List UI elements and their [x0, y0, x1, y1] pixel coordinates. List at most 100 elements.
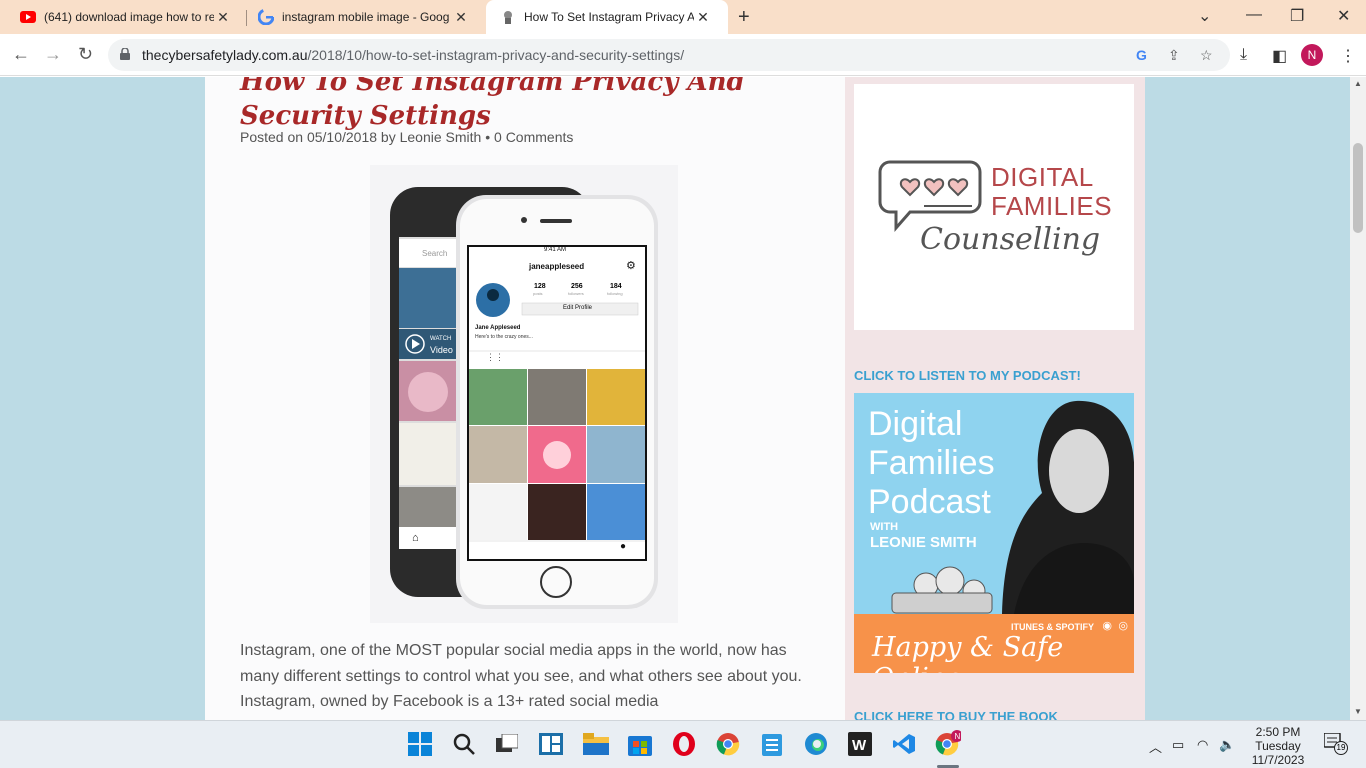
podcast-host: LEONIE SMITH: [870, 534, 977, 551]
windows-taskbar: W N ︿ ▭ ◠ 🔈 2:50 PM Tuesday 11/7/2023 19: [0, 720, 1366, 768]
wifi-icon[interactable]: ◠: [1197, 737, 1208, 753]
chrome-icon[interactable]: [715, 731, 741, 757]
post-title: How To Set Instagram Privacy And Securit…: [240, 77, 745, 131]
url-text: thecybersafetylady.com.au/2018/10/how-to…: [142, 47, 684, 63]
comments-link[interactable]: 0 Comments: [494, 129, 573, 145]
tab-search-chevron-icon[interactable]: ⌄: [1198, 6, 1211, 26]
phone-grid-view-icon: ⋮⋮: [486, 352, 504, 362]
page-scrollbar[interactable]: ▲ ▼: [1350, 77, 1366, 720]
google-lens-icon[interactable]: G: [1136, 47, 1147, 63]
reload-icon[interactable]: ↻: [78, 44, 93, 65]
restore-icon[interactable]: ❐: [1290, 6, 1304, 26]
search-icon[interactable]: [451, 731, 477, 757]
lock-icon: [120, 47, 130, 60]
phone-profile-bio: Here's to the crazy ones...: [475, 334, 533, 340]
site-icon: [500, 9, 516, 25]
phone-followers-count: 256: [571, 283, 583, 290]
phone-time: 9:41 AM: [544, 247, 567, 253]
phone-posts-label: posts: [533, 291, 543, 296]
digital-families-counselling-logo[interactable]: DIGITAL FAMILIES Counselling: [854, 84, 1134, 330]
share-icon[interactable]: ⇪: [1168, 47, 1180, 64]
microsoft-store-icon[interactable]: [627, 731, 653, 757]
podcast-banner[interactable]: Digital Families Podcast WITH LEONIE SMI…: [854, 393, 1134, 673]
back-phone-video-label: Video: [430, 345, 453, 355]
battery-icon[interactable]: ▭: [1172, 737, 1184, 753]
volume-icon[interactable]: 🔈: [1219, 737, 1235, 753]
close-icon[interactable]: ✕: [214, 9, 232, 26]
close-icon[interactable]: ✕: [694, 9, 712, 26]
phone-posts-count: 128: [534, 283, 546, 290]
phone-home-icon: ⌂: [412, 532, 419, 544]
wps-writer-icon[interactable]: W: [847, 731, 873, 757]
podcast-title: Digital Families Podcast: [868, 405, 995, 522]
phone-profile-name: Jane Appleseed: [475, 325, 521, 331]
tab-title: instagram mobile image - Goog: [282, 10, 450, 24]
forward-arrow-icon[interactable]: →: [44, 44, 62, 65]
edge-icon[interactable]: [803, 731, 829, 757]
new-tab-button[interactable]: +: [738, 6, 750, 29]
close-window-icon[interactable]: ✕: [1337, 6, 1350, 26]
minimize-icon[interactable]: —: [1246, 6, 1262, 24]
phone-followers-label: followers: [568, 291, 584, 296]
scroll-up-icon[interactable]: ▲: [1354, 79, 1362, 88]
scrollbar-thumb[interactable]: [1353, 143, 1363, 233]
podcast-title-line: Families: [868, 444, 995, 482]
podcast-footer: ITUNES & SPOTIFY ◉ ◎ Happy & Safe Online: [854, 614, 1134, 673]
svg-text:W: W: [852, 737, 867, 754]
tab-google[interactable]: instagram mobile image - Goog ✕: [238, 0, 484, 34]
task-view-icon[interactable]: [494, 731, 520, 757]
phone-settings-gear-icon: ⚙: [626, 260, 636, 272]
windows-start-icon[interactable]: [407, 731, 433, 757]
phone-following-count: 184: [610, 283, 622, 290]
address-bar[interactable]: thecybersafetylady.com.au/2018/10/how-to…: [108, 39, 1230, 71]
logo-text-digital: DIGITAL: [991, 162, 1094, 192]
meta-bullet: •: [485, 129, 491, 145]
svg-text:N: N: [955, 732, 961, 741]
buy-book-link[interactable]: CLICK HERE TO BUY THE BOOK: [854, 709, 1058, 720]
notepad-icon[interactable]: [759, 731, 785, 757]
post-meta: Posted on 05/10/2018 by Leonie Smith • 0…: [240, 129, 573, 145]
widgets-icon[interactable]: [538, 731, 564, 757]
podcast-link[interactable]: CLICK TO LISTEN TO MY PODCAST!: [854, 368, 1081, 383]
clock-day: Tuesday: [1255, 739, 1301, 753]
url-path: /2018/10/how-to-set-instagram-privacy-an…: [307, 47, 685, 63]
author-link[interactable]: Leonie Smith: [400, 129, 482, 145]
scroll-down-icon[interactable]: ▼: [1354, 707, 1362, 716]
tab-youtube[interactable]: (641) download image how to re ✕: [0, 0, 246, 34]
phone-profile-tab-icon: ●: [620, 541, 627, 552]
vscode-icon[interactable]: [891, 731, 917, 757]
profile-avatar[interactable]: N: [1301, 44, 1323, 66]
close-icon[interactable]: ✕: [452, 9, 470, 26]
notification-center-icon[interactable]: 19: [1323, 732, 1348, 758]
system-clock[interactable]: 2:50 PM Tuesday 11/7/2023: [1240, 725, 1316, 767]
side-panel-icon[interactable]: ◧: [1272, 46, 1287, 66]
menu-kebab-icon[interactable]: ⋮: [1340, 46, 1356, 66]
logo-text-families: FAMILIES: [991, 191, 1113, 221]
google-icon: [258, 9, 274, 25]
meta-by: by: [380, 129, 396, 145]
post-date-link[interactable]: 05/10/2018: [307, 129, 377, 145]
tab-title: How To Set Instagram Privacy Ar: [524, 10, 694, 24]
chrome-profile-icon[interactable]: N: [935, 730, 961, 757]
opera-icon[interactable]: [671, 731, 697, 757]
notification-count-badge: 19: [1334, 741, 1348, 755]
back-phone-search-label: Search: [422, 249, 448, 258]
podcast-tagline: Happy & Safe Online: [872, 632, 1064, 673]
bookmark-star-icon[interactable]: ☆: [1200, 47, 1213, 64]
spotify-icon: ◎: [1118, 620, 1128, 632]
youtube-icon: [20, 9, 36, 25]
show-hidden-icons-chevron-icon[interactable]: ︿: [1149, 737, 1162, 756]
tab-active-instagram-privacy[interactable]: How To Set Instagram Privacy Ar ✕: [486, 0, 728, 34]
podcast-itunes-spotify: ITUNES & SPOTIFY: [1010, 622, 1094, 632]
post-intro-paragraph: Instagram, one of the MOST popular socia…: [240, 642, 802, 710]
clock-time: 2:50 PM: [1255, 725, 1301, 739]
podcast-app-icon: ◉: [1102, 620, 1112, 632]
page-viewport: How To Set Instagram Privacy And Securit…: [0, 77, 1350, 720]
sidebar: DIGITAL FAMILIES Counselling CLICK TO LI…: [845, 77, 1145, 720]
download-icon[interactable]: ⤓: [1240, 46, 1247, 64]
phone-edit-profile-button: Edit Profile: [563, 305, 593, 311]
back-arrow-icon[interactable]: ←: [12, 44, 30, 65]
instagram-phones-image: Search WATCH Video 9:41 AM janeappleseed…: [370, 165, 678, 623]
file-explorer-icon[interactable]: [583, 731, 609, 757]
phone-username: janeappleseed: [529, 262, 585, 271]
